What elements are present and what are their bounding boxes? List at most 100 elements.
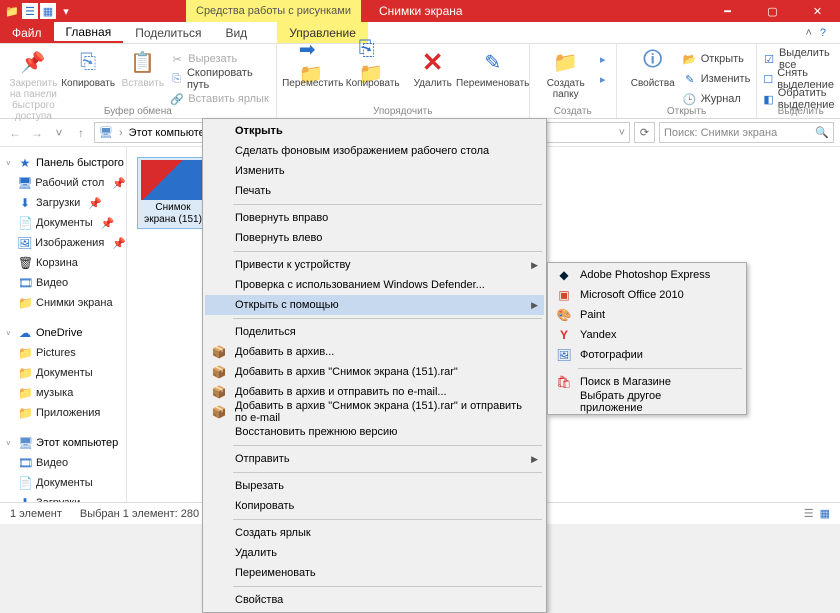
nav-onedrive[interactable]: ˅☁OneDrive [0,323,126,343]
nav-back-button[interactable]: ← [6,124,24,142]
sub-yandex[interactable]: YYandex [550,325,744,345]
nav-recycle[interactable]: 🗑Корзина [0,253,126,273]
new-qat-icon[interactable]: ▦ [40,3,56,19]
maximize-button[interactable]: ▢ [750,0,795,22]
ribbon-group-open: Открыть [617,106,757,117]
view-details-icon[interactable]: ☰ [804,507,814,520]
tab-share[interactable]: Поделиться [123,22,213,43]
nav-od-music[interactable]: 📁музыка [0,383,126,403]
props-qat-icon[interactable]: ☰ [22,3,38,19]
status-item-count: 1 элемент [10,508,62,520]
ctx-add-archive-named[interactable]: 📦Добавить в архив "Снимок экрана (151).r… [205,362,544,382]
ribbon-collapse-icon[interactable]: ˄ [805,27,811,39]
new-item-button[interactable]: ▸ [596,50,610,68]
ctx-print[interactable]: Печать [205,181,544,201]
ctx-create-shortcut[interactable]: Создать ярлык [205,523,544,543]
sub-office[interactable]: ▣Microsoft Office 2010 [550,285,744,305]
minimize-button[interactable]: ━ [705,0,750,22]
nav-od-pictures[interactable]: 📁Pictures [0,343,126,363]
help-icon[interactable]: ? [820,27,826,39]
properties-button[interactable]: 🛈Свойства [623,46,683,108]
nav-screenshots[interactable]: 📁Снимки экрана [0,293,126,313]
nav-documents[interactable]: 📄Документы📌 [0,213,126,233]
nav-video[interactable]: 🎞Видео [0,273,126,293]
nav-forward-button[interactable]: → [28,124,46,142]
qat-dropdown-icon[interactable]: ▾ [58,3,74,19]
sub-photos[interactable]: 🖼Фотографии [550,345,744,365]
edit-button[interactable]: ✎Изменить [683,70,751,88]
ctx-set-bg[interactable]: Сделать фоновым изображением рабочего ст… [205,141,544,161]
sub-paint[interactable]: 🎨Paint [550,305,744,325]
nav-this-pc[interactable]: ˅🖥Этот компьютер [0,433,126,453]
nav-quick-access[interactable]: ˅★Панель быстрого [0,153,126,173]
photos-icon: 🖼 [556,348,572,362]
tab-file[interactable]: Файл [0,22,54,43]
copy-to-button[interactable]: ⎘📁Копировать [343,46,403,89]
ctx-delete[interactable]: Удалить [205,543,544,563]
copy-path-button[interactable]: ⎘Скопировать путь [170,70,269,88]
window-title: Снимки экрана [361,4,463,18]
ctx-share[interactable]: Поделиться [205,322,544,342]
ctx-properties[interactable]: Свойства [205,590,544,610]
refresh-button[interactable]: ⟳ [634,122,655,143]
breadcrumb-dropdown-icon[interactable]: ˅ [617,127,627,139]
ctx-cut[interactable]: Вырезать [205,476,544,496]
ctx-rotate-right[interactable]: Повернуть вправо [205,208,544,228]
ribbon-group-select: Выделить [757,106,840,117]
select-all-button[interactable]: ☑Выделить все [763,50,838,68]
ctx-defender[interactable]: Проверка с использованием Windows Defend… [205,275,544,295]
rename-button[interactable]: ✎Переименовать [463,46,523,89]
nav-downloads[interactable]: ⬇Загрузки📌 [0,193,126,213]
select-none-button[interactable]: ☐Снять выделение [763,70,838,88]
sub-store[interactable]: 🛍Поиск в Магазине [550,372,744,392]
nav-od-docs[interactable]: 📁Документы [0,363,126,383]
ctx-edit[interactable]: Изменить [205,161,544,181]
ribbon-tabs: Файл Главная Поделиться Вид Управление ˄… [0,22,840,44]
ctx-open[interactable]: Открыть [205,121,544,141]
open-button[interactable]: 📂Открыть [683,50,751,68]
ctx-open-with[interactable]: Открыть с помощью▶ [205,295,544,315]
open-with-submenu: ◆Adobe Photoshop Express ▣Microsoft Offi… [547,262,747,415]
nav-recent-dropdown[interactable]: ˅ [50,124,68,142]
ctx-rename[interactable]: Переименовать [205,563,544,583]
ctx-add-archive[interactable]: 📦Добавить в архив... [205,342,544,362]
move-to-button[interactable]: ➡📁Переместить [283,46,343,89]
delete-button[interactable]: ✕Удалить [403,46,463,89]
window-controls: ━ ▢ ✕ [705,0,840,22]
breadcrumb-item[interactable]: Этот компьютер [127,127,213,139]
nav-pc-docs[interactable]: 📄Документы [0,473,126,493]
winrar-icon: 📦 [211,385,227,399]
ctx-archive-named-email[interactable]: 📦Добавить в архив "Снимок экрана (151).r… [205,402,544,422]
view-thumbnails-icon[interactable]: ▦ [820,507,830,520]
ribbon-group-new: Создать [530,106,616,117]
nav-up-button[interactable]: ↑ [72,124,90,142]
tab-home[interactable]: Главная [54,22,124,43]
quick-access-toolbar: 📁 ☰ ▦ ▾ [0,3,78,19]
nav-od-apps[interactable]: 📁Приложения [0,403,126,423]
sub-photoshop[interactable]: ◆Adobe Photoshop Express [550,265,744,285]
ctx-send-to[interactable]: Отправить▶ [205,449,544,469]
easy-access-button[interactable]: ▸ [596,70,610,88]
nav-desktop[interactable]: 🖥Рабочий стол📌 [0,173,126,193]
new-folder-button[interactable]: 📁Создать папку [536,46,596,100]
store-icon: 🛍 [556,375,572,389]
ctx-restore-version[interactable]: Восстановить прежнюю версию [205,422,544,442]
ctx-archive-email[interactable]: 📦Добавить в архив и отправить по e-mail.… [205,382,544,402]
search-placeholder: Поиск: Снимки экрана [664,127,777,139]
ctx-cast[interactable]: Привести к устройству▶ [205,255,544,275]
sub-choose-another[interactable]: Выбрать другое приложение [550,392,744,412]
folder-icon: 📁 [4,3,20,19]
file-thumbnail[interactable]: Снимок экрана (151) [137,157,209,229]
search-input[interactable]: Поиск: Снимки экрана 🔍 [659,122,834,143]
ribbon-group-organize: Упорядочить [277,106,529,117]
nav-pictures[interactable]: 🖼Изображения📌 [0,233,126,253]
nav-pc-downloads[interactable]: ›⬇Загрузки [0,493,126,502]
nav-pc-video[interactable]: 🎞Видео [0,453,126,473]
tab-view[interactable]: Вид [213,22,259,43]
cut-button[interactable]: ✂Вырезать [170,50,269,68]
breadcrumb-pc-icon: 🖥 [97,126,115,139]
ctx-rotate-left[interactable]: Повернуть влево [205,228,544,248]
close-button[interactable]: ✕ [795,0,840,22]
ctx-copy[interactable]: Копировать [205,496,544,516]
yandex-icon: Y [556,328,572,342]
